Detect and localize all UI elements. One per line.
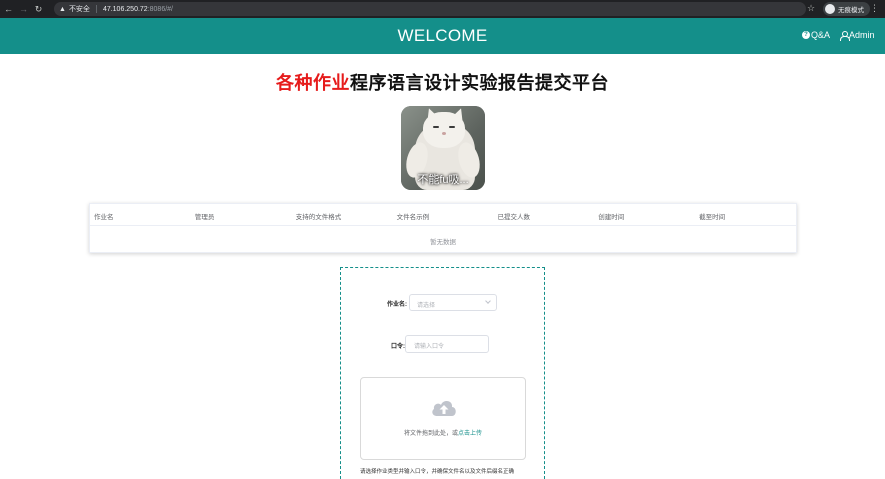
page-title: 各种作业程序语言设计实验报告提交平台 [0, 69, 885, 95]
password-label: 口令: [391, 344, 405, 350]
click-upload-link[interactable]: 点击上传 [458, 431, 482, 437]
app-header: WELCOME ? Q&A Admin [0, 18, 885, 54]
column-header: 文件名示例 [396, 214, 430, 221]
url-path: :8086/#/ [147, 5, 174, 13]
file-dropzone[interactable]: 将文件拖到此处，或点击上传 [360, 377, 526, 460]
cat-meme-image: 不能fu吸... [401, 106, 485, 190]
column-header: 作业名 [94, 214, 114, 221]
divider [95, 5, 97, 13]
browser-toolbar: ← → ↻ ▲ 不安全 47.106.250.72:8086/#/ ☆ 无痕模式… [0, 0, 885, 18]
password-input-placeholder: 请输入口令 [414, 344, 445, 350]
upload-form-card: 作业名: 请选择 口令: 请输入口令 将文件拖到此处，或点击上传 请选择作业类型… [340, 267, 545, 479]
header-title: WELCOME [397, 26, 488, 45]
warning-icon: ▲ [59, 5, 66, 13]
cat-nose [442, 132, 446, 135]
incognito-icon [825, 4, 835, 14]
table-header: 作业名 管理员 支持的文件格式 文件名示例 已提交人数 创建时间 截至时间 [90, 204, 796, 226]
page-title-rest: 程序语言设计实验报告提交平台 [350, 73, 609, 93]
reload-icon[interactable]: ↻ [32, 3, 45, 16]
address-bar[interactable]: ▲ 不安全 47.106.250.72:8086/#/ [54, 2, 806, 16]
cat-head [423, 112, 465, 148]
column-header: 已提交人数 [497, 214, 530, 221]
page-title-highlight: 各种作业 [276, 73, 350, 93]
column-header: 创建时间 [598, 214, 625, 221]
back-icon[interactable]: ← [2, 3, 15, 16]
cat-eye [433, 126, 439, 128]
column-header: 支持的文件格式 [295, 214, 342, 221]
security-label: 不安全 [68, 6, 90, 13]
password-input[interactable]: 请输入口令 [405, 335, 489, 353]
bookmark-star-icon[interactable]: ☆ [807, 3, 815, 14]
user-icon [840, 30, 850, 41]
meme-caption: 不能fu吸... [417, 174, 469, 186]
assignment-label: 作业名: [387, 302, 407, 308]
cloud-upload-icon [432, 401, 456, 416]
incognito-badge[interactable]: 无痕模式 [823, 2, 870, 16]
assignment-select-placeholder: 请选择 [417, 303, 436, 309]
cat-eye [449, 126, 455, 128]
url-host: 47.106.250.72 [102, 5, 148, 13]
dropzone-text: 将文件拖到此处，或点击上传 [361, 428, 525, 437]
admin-label: Admin [849, 30, 875, 40]
incognito-label: 无痕模式 [838, 7, 864, 14]
admin-link[interactable]: Admin [840, 30, 875, 41]
question-icon: ? [802, 31, 810, 39]
empty-state: 暂无数据 [430, 239, 456, 246]
upload-hint: 请选择作业类型并输入口令，并确保文件名以及文件后缀名正确 [360, 469, 515, 475]
forward-icon[interactable]: → [17, 3, 30, 16]
assignment-table: 作业名 管理员 支持的文件格式 文件名示例 已提交人数 创建时间 截至时间 暂无数据 [89, 203, 797, 253]
qa-label: Q&A [811, 30, 831, 40]
menu-icon[interactable]: ⋮ [870, 3, 879, 14]
chevron-down-icon [485, 298, 491, 304]
column-header: 截至时间 [699, 214, 726, 221]
column-header: 管理员 [194, 214, 215, 221]
qa-link[interactable]: ? Q&A [802, 30, 830, 40]
assignment-select[interactable]: 请选择 [409, 294, 497, 311]
dropzone-instruction: 将文件拖到此处，或 [403, 431, 458, 437]
